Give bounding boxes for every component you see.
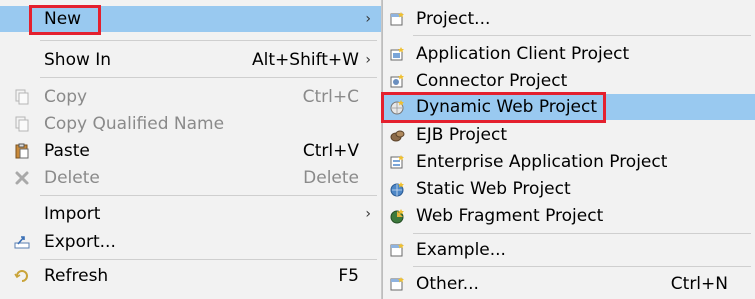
refresh-icon	[14, 270, 28, 282]
submenu-item-label: Other...	[416, 274, 479, 294]
copy-qualified-icon	[15, 116, 29, 132]
menu-separator	[413, 35, 751, 36]
chevron-right-icon: ›	[365, 52, 371, 68]
menu-item-shortcut: Ctrl+C	[302, 87, 359, 107]
new-other-icon	[390, 277, 404, 291]
submenu-item-label: Application Client Project	[416, 44, 630, 64]
paste-icon	[15, 143, 29, 159]
application-client-project-icon	[390, 47, 404, 61]
static-web-project-icon	[390, 182, 404, 197]
enterprise-application-project-icon	[390, 155, 404, 169]
dynamic-web-project-icon	[390, 100, 404, 115]
chevron-right-icon: ›	[365, 11, 371, 27]
menu-separator	[413, 266, 751, 267]
menu-item-shortcut: Delete	[303, 168, 359, 188]
submenu-item-ejb-project[interactable]: EJB Project	[383, 122, 755, 148]
menu-item-label: Delete	[44, 168, 100, 188]
submenu-item-label: Enterprise Application Project	[416, 152, 668, 172]
menu-item-label: Copy Qualified Name	[44, 114, 225, 134]
ejb-project-icon	[390, 130, 405, 142]
submenu-item-label: EJB Project	[416, 125, 507, 145]
menu-item-paste[interactable]: Paste Ctrl+V	[0, 138, 381, 164]
menu-item-import[interactable]: Import ›	[0, 201, 381, 227]
menu-separator	[413, 233, 751, 234]
menu-item-label: Import	[44, 204, 101, 224]
submenu-item-label: Dynamic Web Project	[416, 97, 598, 117]
menu-item-label: Show In	[44, 50, 112, 70]
menu-item-copy-qualified-name[interactable]: Copy Qualified Name	[0, 111, 381, 137]
menu-item-label: Export...	[44, 232, 116, 252]
menu-item-refresh[interactable]: Refresh F5	[0, 263, 381, 289]
menu-item-export[interactable]: Export...	[0, 229, 381, 255]
submenu-item-project[interactable]: Project...	[383, 6, 755, 32]
delete-icon	[15, 171, 29, 185]
submenu-item-shortcut: Ctrl+N	[670, 274, 728, 294]
menu-separator	[40, 40, 377, 41]
connector-project-icon	[390, 74, 404, 88]
chevron-right-icon: ›	[365, 206, 371, 222]
submenu-item-other[interactable]: Other... Ctrl+N	[383, 271, 755, 297]
context-menu: New › Show In Alt+Shift+W › Copy Ctrl+C …	[0, 0, 382, 299]
menu-item-copy[interactable]: Copy Ctrl+C	[0, 84, 381, 110]
submenu-item-application-client-project[interactable]: Application Client Project	[383, 41, 755, 67]
submenu-item-label: Web Fragment Project	[416, 206, 604, 226]
menu-item-delete[interactable]: Delete Delete	[0, 165, 381, 191]
menu-item-shortcut: Ctrl+V	[302, 141, 359, 161]
new-submenu: Project... Application Client Project Co…	[382, 0, 755, 299]
new-example-icon	[390, 243, 404, 257]
submenu-item-connector-project[interactable]: Connector Project	[383, 68, 755, 94]
submenu-item-static-web-project[interactable]: Static Web Project	[383, 176, 755, 202]
menu-separator	[40, 195, 377, 196]
copy-icon	[15, 89, 29, 105]
submenu-item-label: Project...	[416, 9, 491, 29]
menu-item-label: Copy	[44, 87, 88, 107]
submenu-item-web-fragment-project[interactable]: Web Fragment Project	[383, 203, 755, 229]
menu-item-shortcut: F5	[338, 266, 359, 286]
submenu-item-dynamic-web-project[interactable]: Dynamic Web Project	[383, 94, 755, 120]
new-project-icon	[390, 12, 404, 26]
submenu-item-example[interactable]: Example...	[383, 237, 755, 263]
menu-separator	[40, 259, 377, 260]
web-fragment-project-icon	[390, 209, 404, 224]
submenu-item-enterprise-application-project[interactable]: Enterprise Application Project	[383, 149, 755, 175]
menu-item-label: Paste	[44, 141, 90, 161]
menu-separator	[40, 77, 377, 78]
menu-item-show-in[interactable]: Show In Alt+Shift+W ›	[0, 47, 381, 73]
submenu-item-label: Static Web Project	[416, 179, 571, 199]
menu-item-label: Refresh	[44, 266, 109, 286]
menu-item-new[interactable]: New ›	[0, 6, 381, 32]
menu-item-label: New	[44, 9, 82, 29]
submenu-item-label: Connector Project	[416, 71, 568, 91]
submenu-item-label: Example...	[416, 240, 506, 260]
export-icon	[14, 236, 30, 249]
menu-item-shortcut: Alt+Shift+W	[252, 50, 359, 70]
